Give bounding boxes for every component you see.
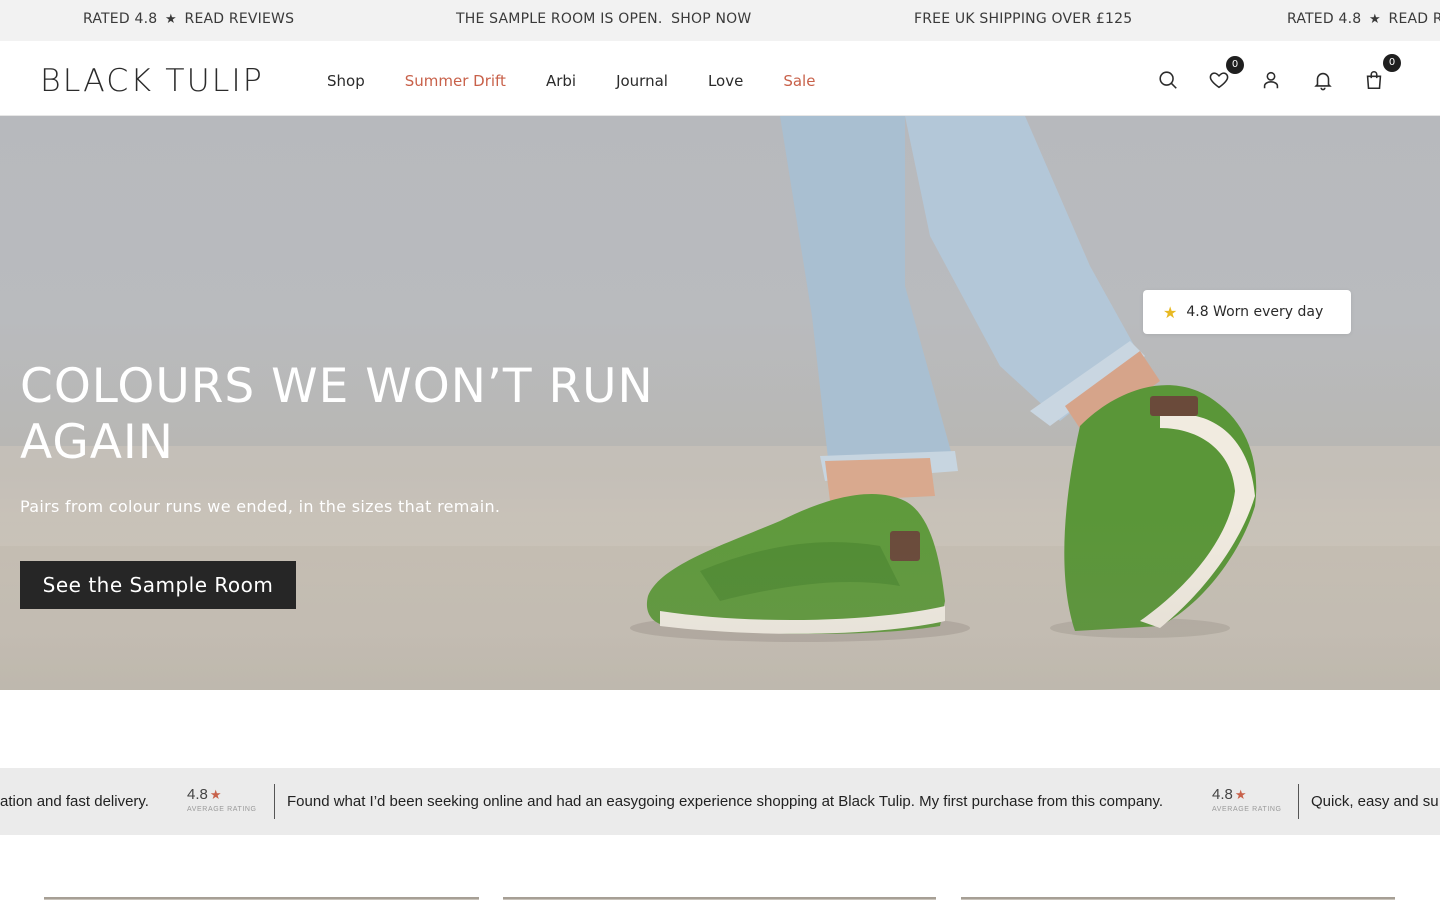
hero-title: COLOURS WE WON’T RUN AGAIN — [20, 359, 654, 470]
announcement-sample-room-text: THE SAMPLE ROOM IS OPEN. — [456, 11, 663, 27]
review-text: ation and fast delivery. — [0, 793, 149, 810]
account-button[interactable] — [1258, 67, 1284, 93]
rating-score-value: 4.8 — [1212, 786, 1233, 803]
announcement-rating-text: RATED 4.8 — [1287, 11, 1362, 27]
announcement-rating[interactable]: RATED 4.8 ★ READ REVIEWS — [83, 11, 294, 27]
announcement-bar: RATED 4.8 ★ READ REVIEWS THE SAMPLE ROOM… — [0, 0, 1440, 41]
divider — [1298, 784, 1299, 819]
divider — [274, 784, 275, 819]
notifications-button[interactable] — [1310, 67, 1336, 93]
star-icon: ★ — [165, 12, 177, 27]
rating-score: 4.8 ★ — [1212, 786, 1282, 803]
rating-pill[interactable]: ★ 4.8 Worn every day — [1143, 290, 1351, 334]
read-reviews-link[interactable]: READ RE — [1389, 11, 1440, 27]
cart-button[interactable]: 0 — [1361, 54, 1401, 93]
search-button[interactable] — [1155, 67, 1181, 93]
star-icon: ★ — [1234, 787, 1247, 802]
review-text: Found what I’d been seeking online and h… — [287, 793, 1164, 810]
shop-now-link[interactable]: SHOP NOW — [671, 11, 751, 27]
search-icon — [1159, 71, 1177, 89]
bag-icon — [1366, 71, 1382, 90]
rating-score-value: 4.8 — [187, 786, 208, 803]
average-rating: 4.8 ★ AVERAGE RATING — [1212, 786, 1282, 813]
announcement-sample-room[interactable]: THE SAMPLE ROOM IS OPEN. SHOP NOW — [456, 11, 751, 27]
wishlist-button[interactable]: 0 — [1206, 56, 1244, 93]
announcement-rating-text: RATED 4.8 — [83, 11, 158, 27]
cart-count-badge: 0 — [1383, 54, 1401, 72]
rating-score: 4.8 ★ — [187, 786, 257, 803]
rating-caption: AVERAGE RATING — [1212, 806, 1282, 813]
wishlist-count-badge: 0 — [1226, 56, 1244, 74]
hero-subtitle: Pairs from colour runs we ended, in the … — [20, 497, 501, 516]
heart-icon — [1209, 72, 1229, 89]
header-icons: 0 0 — [0, 54, 1440, 97]
announcement-rating-repeat[interactable]: RATED 4.8 ★ READ RE — [1287, 11, 1440, 27]
bell-icon — [1314, 72, 1332, 91]
user-icon — [1263, 71, 1279, 89]
reviews-strip: ation and fast delivery. 4.8 ★ AVERAGE RA… — [0, 768, 1440, 835]
star-icon: ★ — [209, 787, 222, 802]
read-reviews-link[interactable]: READ REVIEWS — [185, 11, 295, 27]
site-header: BLACK TULIP Shop Summer Drift Arbi Journ… — [0, 41, 1440, 116]
sample-room-button[interactable]: See the Sample Room — [20, 561, 296, 609]
review-text: Quick, easy and su — [1311, 793, 1439, 810]
rating-pill-text: 4.8 Worn every day — [1186, 304, 1324, 320]
average-rating: 4.8 ★ AVERAGE RATING — [187, 786, 257, 813]
star-icon: ★ — [1163, 302, 1178, 322]
rating-caption: AVERAGE RATING — [187, 806, 257, 813]
hero-banner: COLOURS WE WON’T RUN AGAIN Pairs from co… — [0, 116, 1440, 690]
star-icon: ★ — [1369, 12, 1381, 27]
announcement-shipping: FREE UK SHIPPING OVER £125 — [914, 11, 1133, 27]
